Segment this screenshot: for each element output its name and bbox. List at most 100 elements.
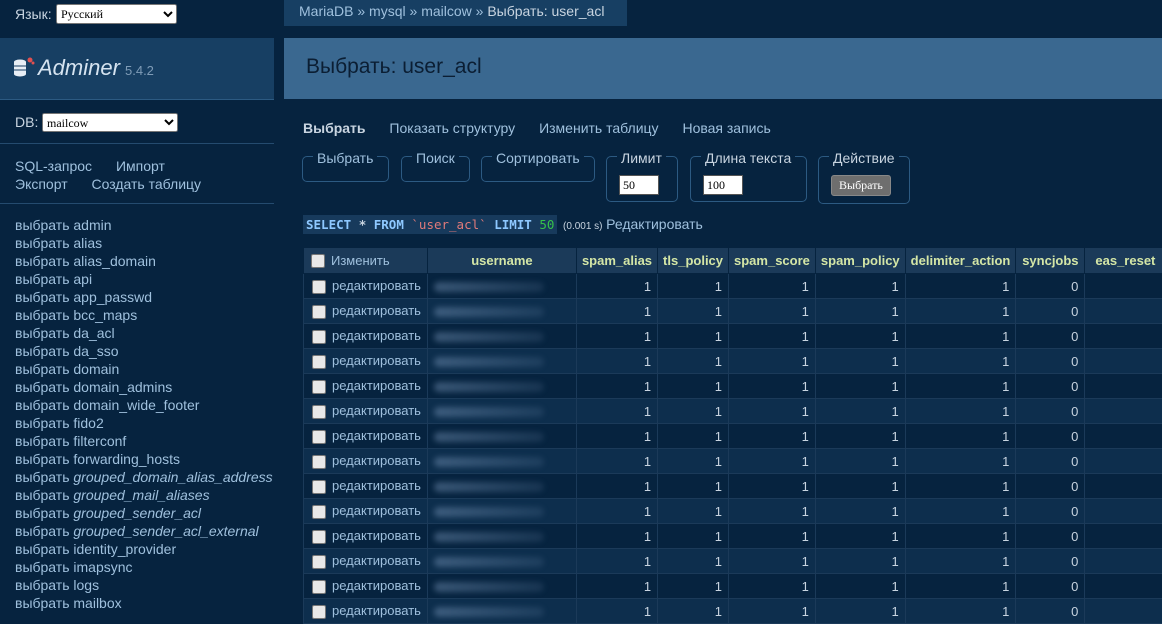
column-header-eas-reset[interactable]: eas_reset (1085, 248, 1162, 274)
select-table-link[interactable]: выбрать (15, 397, 70, 413)
app-name-link[interactable]: Adminer (38, 55, 120, 81)
row-edit-link[interactable]: редактировать (332, 278, 421, 293)
row-checkbox[interactable] (312, 480, 326, 494)
table-name-link[interactable]: grouped_sender_acl_external (73, 523, 258, 539)
db-select[interactable]: mailcow (42, 113, 178, 132)
search-fieldset-legend[interactable]: Поиск (412, 150, 459, 166)
column-header-spam-score[interactable]: spam_score (729, 248, 816, 274)
table-name-link[interactable]: alias_domain (73, 253, 156, 269)
breadcrumb-server[interactable]: MariaDB (299, 3, 353, 19)
language-select[interactable]: Русский (56, 4, 177, 24)
select-fieldset[interactable]: Выбрать (302, 156, 389, 182)
column-header-username[interactable]: username (427, 248, 576, 274)
row-checkbox[interactable] (312, 330, 326, 344)
select-table-link[interactable]: выбрать (15, 559, 70, 575)
table-name-link[interactable]: imapsync (73, 559, 132, 575)
select-table-link[interactable]: выбрать (15, 307, 70, 323)
row-edit-link[interactable]: редактировать (332, 378, 421, 393)
sort-fieldset-legend[interactable]: Сортировать (492, 150, 584, 166)
row-checkbox[interactable] (312, 530, 326, 544)
table-name-link[interactable]: grouped_domain_alias_address (73, 469, 272, 485)
search-fieldset[interactable]: Поиск (401, 156, 470, 182)
row-edit-link[interactable]: редактировать (332, 503, 421, 518)
row-checkbox[interactable] (312, 580, 326, 594)
select-table-link[interactable]: выбрать (15, 415, 70, 431)
row-edit-link[interactable]: редактировать (332, 528, 421, 543)
tab-new-item[interactable]: Новая запись (682, 120, 770, 136)
edit-query-link[interactable]: Редактировать (606, 216, 703, 232)
breadcrumb-db-mailcow[interactable]: mailcow (421, 3, 472, 19)
row-checkbox[interactable] (312, 280, 326, 294)
select-table-link[interactable]: выбрать (15, 487, 70, 503)
column-header-spam-alias[interactable]: spam_alias (576, 248, 657, 274)
select-table-link[interactable]: выбрать (15, 433, 70, 449)
table-name-link[interactable]: domain (73, 361, 119, 377)
row-edit-link[interactable]: редактировать (332, 328, 421, 343)
select-table-link[interactable]: выбрать (15, 577, 70, 593)
row-edit-link[interactable]: редактировать (332, 478, 421, 493)
row-edit-link[interactable]: редактировать (332, 453, 421, 468)
column-header-syncjobs[interactable]: syncjobs (1016, 248, 1085, 274)
row-edit-link[interactable]: редактировать (332, 303, 421, 318)
row-checkbox[interactable] (312, 505, 326, 519)
row-checkbox[interactable] (312, 405, 326, 419)
table-name-link[interactable]: mailbox (73, 595, 121, 611)
table-name-link[interactable]: grouped_sender_acl (73, 505, 201, 521)
table-name-link[interactable]: bcc_maps (73, 307, 137, 323)
row-checkbox[interactable] (312, 605, 326, 619)
table-name-link[interactable]: da_sso (73, 343, 118, 359)
column-header-spam-policy[interactable]: spam_policy (815, 248, 905, 274)
table-name-link[interactable]: domain_admins (73, 379, 172, 395)
table-name-link[interactable]: filterconf (73, 433, 126, 449)
select-fieldset-legend[interactable]: Выбрать (313, 150, 377, 166)
tab-select[interactable]: Выбрать (303, 120, 366, 136)
table-name-link[interactable]: api (73, 271, 92, 287)
text-length-input[interactable] (703, 175, 743, 195)
table-name-link[interactable]: domain_wide_footer (73, 397, 199, 413)
column-header-delimiter-action[interactable]: delimiter_action (905, 248, 1016, 274)
row-edit-link[interactable]: редактировать (332, 428, 421, 443)
table-name-link[interactable]: grouped_mail_aliases (73, 487, 209, 503)
table-name-link[interactable]: fido2 (73, 415, 103, 431)
tab-structure[interactable]: Показать структуру (389, 120, 515, 136)
select-table-link[interactable]: выбрать (15, 343, 70, 359)
row-checkbox[interactable] (312, 355, 326, 369)
select-table-link[interactable]: выбрать (15, 361, 70, 377)
table-name-link[interactable]: alias (73, 235, 102, 251)
row-edit-link[interactable]: редактировать (332, 353, 421, 368)
row-edit-link[interactable]: редактировать (332, 553, 421, 568)
sql-command-link[interactable]: SQL-запрос (15, 158, 92, 174)
row-checkbox[interactable] (312, 380, 326, 394)
select-table-link[interactable]: выбрать (15, 253, 70, 269)
row-checkbox[interactable] (312, 305, 326, 319)
select-table-link[interactable]: выбрать (15, 469, 70, 485)
select-all-header[interactable]: Изменить (304, 248, 428, 274)
limit-input[interactable] (619, 175, 659, 195)
sort-fieldset[interactable]: Сортировать (481, 156, 595, 182)
select-all-checkbox[interactable] (311, 254, 325, 268)
tab-alter[interactable]: Изменить таблицу (539, 120, 658, 136)
column-header-tls-policy[interactable]: tls_policy (658, 248, 729, 274)
export-link[interactable]: Экспорт (15, 176, 68, 192)
create-table-link[interactable]: Создать таблицу (92, 176, 202, 192)
table-name-link[interactable]: identity_provider (73, 541, 176, 557)
table-name-link[interactable]: app_passwd (73, 289, 152, 305)
select-table-link[interactable]: выбрать (15, 271, 70, 287)
breadcrumb-db-mysql[interactable]: mysql (369, 3, 406, 19)
table-name-link[interactable]: da_acl (73, 325, 114, 341)
row-edit-link[interactable]: редактировать (332, 603, 421, 618)
row-edit-link[interactable]: редактировать (332, 578, 421, 593)
select-table-link[interactable]: выбрать (15, 523, 70, 539)
table-name-link[interactable]: logs (73, 577, 99, 593)
select-table-link[interactable]: выбрать (15, 235, 70, 251)
select-table-link[interactable]: выбрать (15, 451, 70, 467)
select-table-link[interactable]: выбрать (15, 379, 70, 395)
select-table-link[interactable]: выбрать (15, 541, 70, 557)
select-table-link[interactable]: выбрать (15, 325, 70, 341)
table-name-link[interactable]: forwarding_hosts (73, 451, 180, 467)
row-checkbox[interactable] (312, 430, 326, 444)
row-edit-link[interactable]: редактировать (332, 403, 421, 418)
row-checkbox[interactable] (312, 555, 326, 569)
select-table-link[interactable]: выбрать (15, 505, 70, 521)
import-link[interactable]: Импорт (116, 158, 165, 174)
